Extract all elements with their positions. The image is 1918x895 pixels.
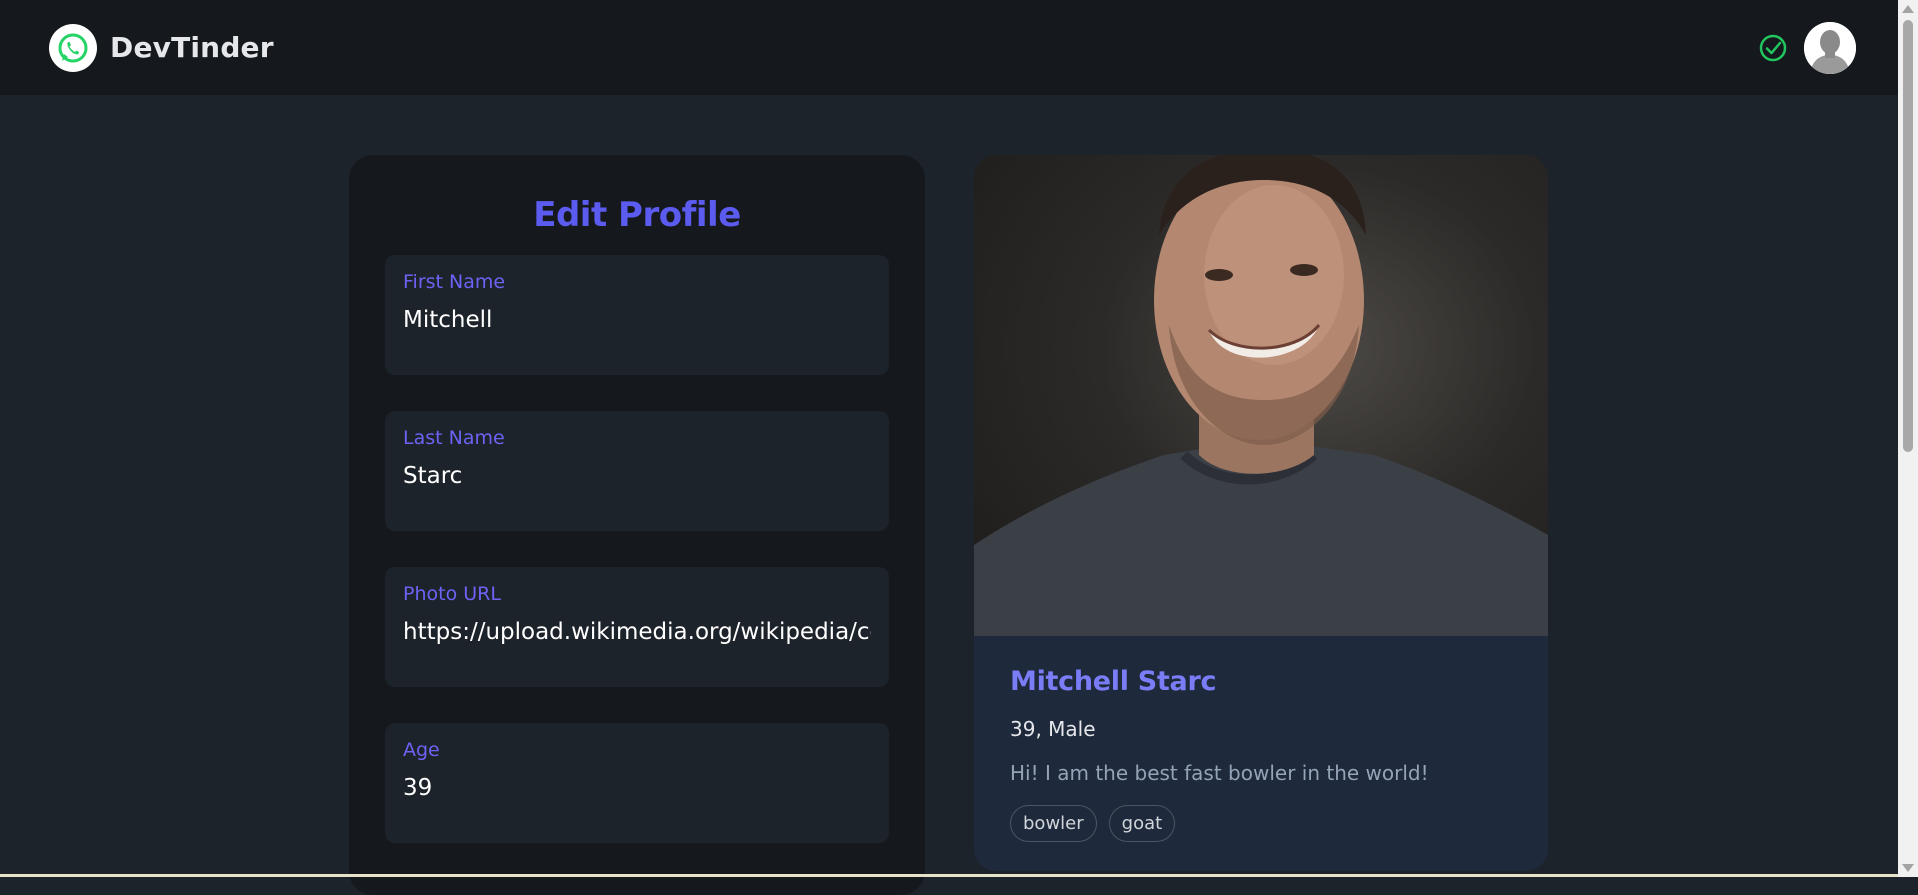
- preview-age-gender: 39, Male: [1010, 717, 1512, 741]
- first-name-label: First Name: [403, 271, 871, 293]
- photo-url-field[interactable]: Photo URL https://upload.wikimedia.org/w…: [385, 567, 889, 687]
- profile-preview-card: Mitchell Starc 39, Male Hi! I am the bes…: [974, 155, 1548, 871]
- brand-name[interactable]: DevTinder: [110, 31, 274, 64]
- scroll-thumb[interactable]: [1903, 20, 1913, 452]
- last-name-field[interactable]: Last Name Starc: [385, 411, 889, 531]
- age-input[interactable]: 39: [403, 775, 871, 801]
- age-label: Age: [403, 739, 871, 761]
- vertical-scrollbar[interactable]: [1898, 0, 1918, 877]
- brand[interactable]: DevTinder: [49, 24, 274, 72]
- scroll-down-arrow-icon[interactable]: [1902, 864, 1914, 872]
- skills-list: bowler goat: [1010, 805, 1512, 842]
- first-name-input[interactable]: Mitchell: [403, 307, 871, 333]
- edit-profile-title: Edit Profile: [385, 195, 889, 235]
- photo-url-label: Photo URL: [403, 583, 871, 605]
- profile-preview-body: Mitchell Starc 39, Male Hi! I am the bes…: [974, 636, 1548, 871]
- first-name-field[interactable]: First Name Mitchell: [385, 255, 889, 375]
- whatsapp-icon[interactable]: [49, 24, 97, 72]
- preview-name: Mitchell Starc: [1010, 666, 1512, 697]
- age-field[interactable]: Age 39: [385, 723, 889, 843]
- navbar: DevTinder: [0, 0, 1898, 95]
- user-avatar-icon[interactable]: [1804, 22, 1856, 74]
- profile-photo: [974, 155, 1548, 636]
- skill-badge: bowler: [1010, 805, 1097, 842]
- last-name-input[interactable]: Starc: [403, 463, 871, 489]
- last-name-label: Last Name: [403, 427, 871, 449]
- nav-right: [1756, 22, 1856, 74]
- skill-badge: goat: [1109, 805, 1176, 842]
- scroll-up-arrow-icon[interactable]: [1902, 5, 1914, 13]
- edit-profile-card: Edit Profile First Name Mitchell Last Na…: [349, 155, 925, 895]
- preview-about: Hi! I am the best fast bowler in the wor…: [1010, 761, 1512, 785]
- check-circle-icon: [1756, 31, 1790, 65]
- photo-url-input[interactable]: https://upload.wikimedia.org/wikipedia/c…: [403, 619, 871, 645]
